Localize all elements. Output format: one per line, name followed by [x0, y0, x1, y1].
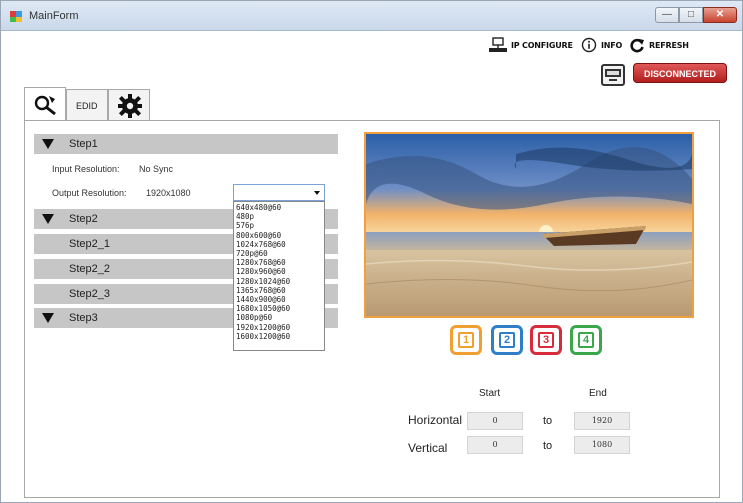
- horizontal-start-field[interactable]: 0: [467, 412, 523, 430]
- info-icon[interactable]: [581, 37, 597, 53]
- app-icon: [10, 11, 22, 22]
- dropdown-option[interactable]: 576p: [236, 221, 324, 230]
- dropdown-option[interactable]: 1080p@60: [236, 313, 324, 322]
- monitor-icon: [605, 69, 621, 81]
- step3-label: Step3: [69, 312, 98, 324]
- info-link[interactable]: INFO: [601, 41, 622, 50]
- collapse-triangle-icon: [42, 214, 54, 224]
- wrench-icon: [34, 95, 56, 116]
- window-1-button[interactable]: 1: [450, 325, 482, 355]
- output-resolution-label: Output Resolution:: [52, 188, 127, 198]
- video-preview: [364, 132, 694, 318]
- output-resolution-select[interactable]: [233, 184, 325, 201]
- dropdown-option[interactable]: 1280x960@60: [236, 267, 324, 276]
- maximize-button[interactable]: □: [679, 7, 703, 23]
- window-1-label: 1: [458, 332, 474, 348]
- refresh-icon[interactable]: [629, 37, 645, 53]
- vertical-start-field[interactable]: 0: [467, 436, 523, 454]
- window-2-button[interactable]: 2: [491, 325, 523, 355]
- horizontal-end-field[interactable]: 1920: [574, 412, 630, 430]
- chevron-down-icon: [314, 191, 320, 195]
- collapse-triangle-icon: [42, 313, 54, 323]
- step1-header[interactable]: Step1: [34, 134, 338, 154]
- dropdown-option[interactable]: 1600x1200@60: [236, 332, 324, 341]
- tab-settings[interactable]: [24, 87, 66, 121]
- window-2-label: 2: [499, 332, 515, 348]
- output-resolution-value: 1920x1080: [146, 188, 191, 198]
- input-resolution-value: No Sync: [139, 164, 174, 174]
- end-header: End: [589, 388, 607, 399]
- dropdown-option[interactable]: 1920x1200@60: [236, 323, 324, 332]
- dropdown-option[interactable]: 640x480@60: [236, 203, 324, 212]
- input-resolution-label: Input Resolution:: [52, 164, 120, 174]
- window-4-button[interactable]: 4: [570, 325, 602, 355]
- step2-2-label: Step2_2: [69, 263, 110, 275]
- minimize-button[interactable]: —: [655, 7, 679, 23]
- main-window: MainForm — □ ✕ IP CONFIGURE INFO REFRESH…: [0, 0, 743, 503]
- tab-edid-label: EDID: [76, 101, 98, 111]
- window-4-label: 4: [578, 332, 594, 348]
- refresh-link[interactable]: REFRESH: [649, 41, 689, 50]
- preview-image: [366, 134, 692, 316]
- step1-label: Step1: [69, 138, 98, 150]
- step2-label: Step2: [69, 213, 98, 225]
- horizontal-label: Horizontal: [408, 413, 463, 427]
- dropdown-option[interactable]: 1280x1024@60: [236, 277, 324, 286]
- vertical-label: Vertical: [408, 441, 448, 455]
- gear-icon: [118, 94, 142, 118]
- dropdown-option[interactable]: 1024x768@60: [236, 240, 324, 249]
- tab-gear[interactable]: [108, 89, 150, 121]
- tab-edid[interactable]: EDID: [66, 89, 108, 121]
- connection-status-button[interactable]: DISCONNECTED: [633, 63, 727, 83]
- horizontal-to-label: to: [543, 415, 553, 427]
- title-bar: MainForm — □ ✕: [1, 1, 742, 31]
- dropdown-option[interactable]: 480p: [236, 212, 324, 221]
- collapse-triangle-icon: [42, 139, 54, 149]
- dropdown-option[interactable]: 1280x768@60: [236, 258, 324, 267]
- dropdown-option[interactable]: 1680x1050@60: [236, 304, 324, 313]
- vertical-to-label: to: [543, 440, 553, 452]
- step2-1-label: Step2_1: [69, 238, 110, 250]
- dropdown-option[interactable]: 720p@60: [236, 249, 324, 258]
- dropdown-option[interactable]: 800x600@60: [236, 231, 324, 240]
- output-resolution-dropdown[interactable]: 640x480@60 480p 576p 800x600@60 1024x768…: [233, 201, 325, 351]
- start-header: Start: [479, 388, 501, 399]
- dropdown-option[interactable]: 1440x900@60: [236, 295, 324, 304]
- window-3-label: 3: [538, 332, 554, 348]
- window-3-button[interactable]: 3: [530, 325, 562, 355]
- dropdown-option[interactable]: 1365x768@60: [236, 286, 324, 295]
- ip-configure-link[interactable]: IP CONFIGURE: [511, 41, 573, 50]
- close-button[interactable]: ✕: [703, 7, 737, 23]
- vertical-end-field[interactable]: 1080: [574, 436, 630, 454]
- network-icon[interactable]: [488, 37, 508, 53]
- device-monitor-button[interactable]: [601, 64, 625, 86]
- step2-3-label: Step2_3: [69, 288, 110, 300]
- window-title: MainForm: [29, 10, 79, 22]
